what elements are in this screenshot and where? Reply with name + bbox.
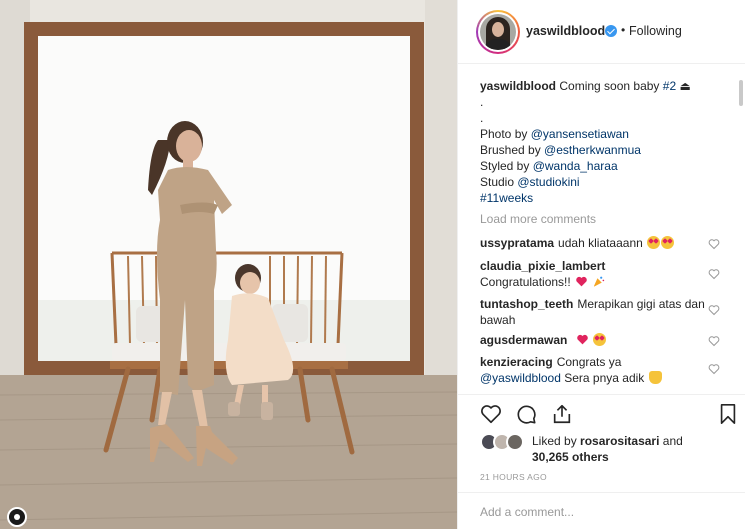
like-comment-heart-icon[interactable] <box>708 363 720 375</box>
party-popper-emoji <box>594 276 605 287</box>
post-timestamp[interactable]: 21 HOURS AGO <box>480 472 547 482</box>
load-more-comments-button[interactable]: Load more comments <box>480 212 596 226</box>
post-detail-panel: yaswildblood • Following yaswildblood Co… <box>457 0 745 529</box>
eject-emoji: ⏏ <box>679 79 691 93</box>
studio-link[interactable]: @studiokini <box>517 175 579 189</box>
comment-username[interactable]: kenzieracing <box>480 355 553 369</box>
bookmark-icon[interactable] <box>718 403 738 425</box>
comment-username[interactable]: claudia_pixie_lambert <box>480 259 605 273</box>
like-comment-heart-icon[interactable] <box>708 335 720 347</box>
avatar[interactable] <box>476 10 520 54</box>
weeks-hashtag-link[interactable]: #11weeks <box>480 191 533 205</box>
likes-text: Liked by rosarositasari and 30,265 other… <box>532 433 702 465</box>
post-header: yaswildblood • Following <box>458 0 745 64</box>
photo-scene <box>0 0 457 529</box>
comment-item: agusdermawan <box>480 332 710 348</box>
clapping-emoji <box>648 371 662 384</box>
comment-text: Congratulations!! <box>480 275 571 289</box>
red-heart-emoji <box>576 334 588 345</box>
red-heart-emoji <box>576 276 587 287</box>
heart-eyes-emoji <box>593 333 607 346</box>
comment-text: Congrats ya <box>556 355 622 369</box>
comment-item: kenzieracing Congrats ya @yaswildblood Se… <box>480 354 710 386</box>
header-separator: • <box>621 23 626 37</box>
following-button[interactable]: Following <box>629 24 682 38</box>
liker-username[interactable]: rosarositasari <box>580 434 659 448</box>
comment-username[interactable]: agusdermawan <box>480 333 567 347</box>
photo-credit-label: Photo by <box>480 127 528 141</box>
heart-eyes-emoji <box>661 236 675 249</box>
mua-link[interactable]: @estherkwanmua <box>544 143 641 157</box>
comment-text-continued: Sera pnya adik <box>564 371 645 385</box>
comments-scroll-area[interactable]: yaswildblood Coming soon baby #2 ⏏ . . P… <box>458 64 745 394</box>
comment-item: ussypratama udah kliataaann <box>480 235 710 251</box>
likes-count[interactable]: 30,265 others <box>532 450 609 464</box>
likes-summary: Liked by rosarositasari and 30,265 other… <box>480 431 730 464</box>
post-actions: Liked by rosarositasari and 30,265 other… <box>458 394 745 492</box>
caption-dot: . <box>480 111 484 125</box>
hashtag-link[interactable]: #2 <box>663 79 676 93</box>
share-icon[interactable] <box>551 403 573 425</box>
verified-icon <box>605 25 617 37</box>
caption-dot: . <box>480 95 484 109</box>
liker-avatar[interactable] <box>506 433 524 451</box>
comment-item: tuntashop_teeth Merapikan gigi atas dan b… <box>480 296 710 328</box>
caption-username[interactable]: yaswildblood <box>480 79 556 93</box>
post-photo[interactable] <box>0 0 457 529</box>
photographer-link[interactable]: @yansensetiawan <box>531 127 629 141</box>
mention-link[interactable]: @yaswildblood <box>480 371 561 385</box>
stylist-link[interactable]: @wanda_haraa <box>533 159 618 173</box>
like-comment-heart-icon[interactable] <box>708 268 720 280</box>
like-comment-heart-icon[interactable] <box>708 304 720 316</box>
comment-input[interactable] <box>480 503 720 521</box>
heart-icon[interactable] <box>480 403 502 425</box>
and-label: and <box>662 434 683 448</box>
heart-eyes-emoji <box>647 236 661 249</box>
post-caption: yaswildblood Coming soon baby #2 ⏏ . . P… <box>480 78 730 206</box>
liked-by-label: Liked by <box>532 434 577 448</box>
caption-text: Coming soon baby <box>559 79 660 93</box>
add-comment-bar <box>458 492 745 529</box>
studio-credit-label: Studio <box>480 175 515 189</box>
tag-people-icon[interactable] <box>7 507 27 527</box>
comment-username[interactable]: ussypratama <box>480 236 554 250</box>
comment-text: udah kliataaann <box>558 236 643 250</box>
brushed-credit-label: Brushed by <box>480 143 541 157</box>
comment-icon[interactable] <box>515 403 537 425</box>
styled-credit-label: Styled by <box>480 159 530 173</box>
comment-username[interactable]: tuntashop_teeth <box>480 297 573 311</box>
header-username[interactable]: yaswildblood <box>526 24 605 38</box>
scrollbar[interactable] <box>739 80 743 106</box>
comment-item: claudia_pixie_lambert Congratulations!! <box>480 258 710 290</box>
like-comment-heart-icon[interactable] <box>708 238 720 250</box>
